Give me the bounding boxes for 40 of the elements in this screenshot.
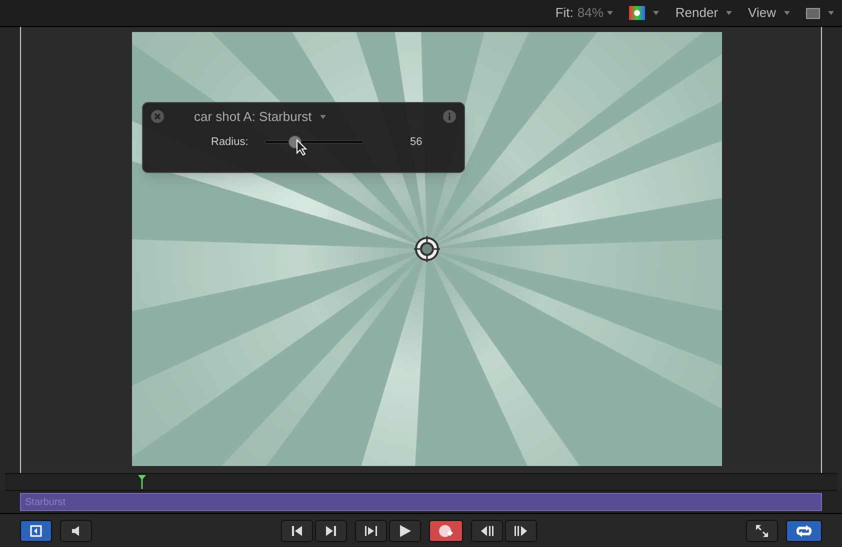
prevframe-button[interactable] [471, 520, 503, 542]
caret-icon [784, 11, 790, 15]
center-target-icon[interactable] [414, 236, 440, 262]
nextframe-button[interactable] [505, 520, 537, 542]
pointer-icon [296, 139, 308, 156]
overlay-icon[interactable] [806, 8, 820, 18]
view-menu[interactable]: View [748, 3, 776, 23]
hud-title[interactable]: car shot A: Starburst [194, 106, 312, 126]
skip-forward-icon [325, 524, 337, 536]
caret-icon [320, 114, 326, 118]
play-button[interactable] [389, 520, 421, 542]
step-back-icon [480, 524, 494, 536]
play-icon [398, 524, 412, 538]
start-button[interactable] [281, 520, 313, 542]
end-button[interactable] [315, 520, 347, 542]
caret-icon [726, 11, 732, 15]
playrange-button[interactable] [355, 520, 387, 542]
fit-label: Fit: [555, 4, 574, 22]
play-range-icon [364, 524, 378, 536]
record-button[interactable] [429, 520, 463, 542]
loop-button[interactable] [786, 520, 822, 542]
record-icon [438, 524, 454, 538]
caret-icon [607, 11, 614, 15]
panel-icon [30, 524, 42, 536]
expand-arrows-icon [755, 524, 769, 538]
radius-value[interactable]: 56 [410, 134, 422, 150]
render-menu[interactable]: Render [675, 3, 718, 23]
radius-label: Radius: [211, 135, 250, 150]
step-forward-icon [514, 524, 528, 536]
speaker-icon [71, 524, 81, 536]
panel-button[interactable] [20, 520, 52, 542]
fullscreen-button[interactable] [746, 520, 778, 542]
skip-back-icon [291, 524, 303, 536]
playhead-marker[interactable] [138, 475, 146, 489]
caret-icon [653, 11, 660, 15]
color-channels-icon[interactable] [629, 6, 646, 20]
loop-icon [795, 524, 813, 538]
fit-value[interactable]: 84% [577, 3, 604, 23]
caret-icon [828, 11, 834, 15]
audio-button[interactable] [60, 520, 92, 542]
